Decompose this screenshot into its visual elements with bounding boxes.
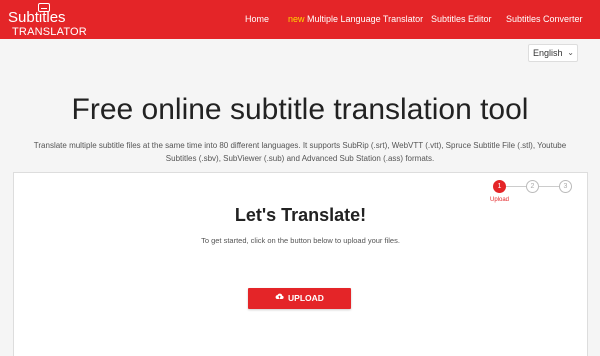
upload-button[interactable]: UPLOAD (248, 288, 351, 309)
step-connector (506, 186, 526, 187)
active-step-label: Upload (490, 197, 510, 203)
brand-name-line2: TRANSLATOR (12, 26, 87, 38)
progress-stepper: 1 2 3 Upload (490, 180, 573, 204)
step-3-indicator: 3 (559, 180, 572, 193)
nav-home-link[interactable]: Home (245, 14, 269, 25)
card-title: Let's Translate! (234, 205, 367, 225)
step-1-indicator: 1 (493, 180, 506, 193)
nav-multiple-language-translator-label: Multiple Language Translator (307, 14, 424, 24)
card-instructions: To get started, click on the button belo… (201, 236, 400, 245)
brand-name-line1: Subtitles (8, 9, 66, 26)
nav-multiple-language-translator-link[interactable]: new Multiple Language Translator (288, 14, 423, 25)
page-description: Translate multiple subtitle files at the… (33, 141, 567, 163)
new-badge: new (288, 14, 305, 24)
nav-subtitles-editor-link[interactable]: Subtitles Editor (431, 14, 492, 25)
nav-subtitles-converter-link[interactable]: Subtitles Converter (506, 14, 583, 25)
brand-logo[interactable]: Subtitles TRANSLATOR (8, 2, 88, 38)
top-navbar: Subtitles TRANSLATOR Home new Multiple L… (0, 0, 600, 39)
step-2-indicator: 2 (526, 180, 539, 193)
language-select-value: English (533, 48, 563, 58)
chevron-down-icon: ⌄ (567, 48, 574, 57)
page-title: Free online subtitle translation tool (71, 93, 529, 126)
upload-button-label: UPLOAD (288, 293, 324, 303)
language-select[interactable]: English ⌄ (528, 44, 578, 62)
cloud-upload-icon (275, 287, 284, 308)
step-connector (539, 186, 559, 187)
